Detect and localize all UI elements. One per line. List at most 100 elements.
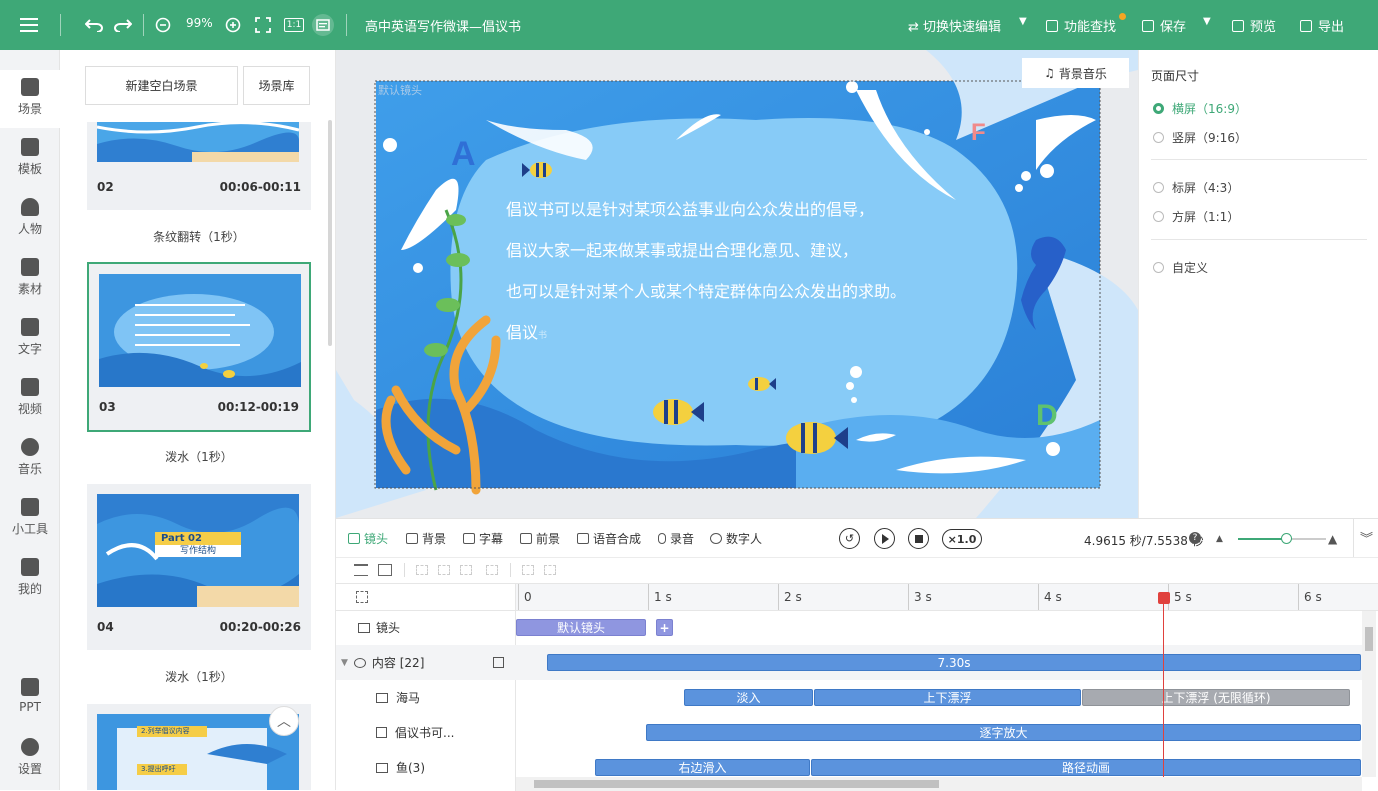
align-center-icon[interactable]: [438, 565, 450, 575]
horizontal-scrollbar-thumb[interactable]: [534, 780, 939, 788]
ratio-icon[interactable]: 1:1: [283, 14, 305, 36]
track-text[interactable]: 倡议书可...: [336, 715, 516, 750]
collapse-chevron-icon[interactable]: ︾: [1360, 528, 1373, 547]
menu-icon[interactable]: [18, 14, 40, 36]
nav-text[interactable]: 文字: [0, 310, 60, 368]
export-button[interactable]: 导出: [1300, 16, 1344, 35]
vertical-scrollbar-thumb[interactable]: [1365, 627, 1373, 651]
tab-record[interactable]: 录音: [658, 530, 694, 547]
scene-library-button[interactable]: 场景库: [243, 66, 310, 105]
tab-digital-human[interactable]: 数字人: [710, 530, 762, 547]
redo-icon[interactable]: [113, 14, 133, 36]
image-icon: [376, 762, 388, 773]
nav-music[interactable]: 音乐: [0, 430, 60, 488]
preview-button[interactable]: 预览: [1232, 16, 1276, 35]
switch-quick-edit[interactable]: ⇄ 切换快速编辑: [908, 16, 1001, 35]
track-content-group[interactable]: ▼ 内容 [22]: [336, 645, 516, 680]
radio-square[interactable]: 方屏（1:1）: [1153, 208, 1239, 225]
group-icon[interactable]: [378, 564, 392, 576]
clip-float[interactable]: 上下漂浮: [814, 689, 1081, 706]
nav-my[interactable]: 我的: [0, 550, 60, 608]
nav-template[interactable]: 模板: [0, 130, 60, 188]
clip-fade-in[interactable]: 淡入: [684, 689, 813, 706]
nav-person[interactable]: 人物: [0, 190, 60, 248]
scene-transition[interactable]: 条纹翻转（1秒）: [87, 228, 311, 245]
document-title[interactable]: 高中英语写作微课—倡议书: [365, 16, 521, 35]
ruler-tick: [778, 584, 779, 610]
nav-material[interactable]: 素材: [0, 250, 60, 308]
scene-card-02[interactable]: 02 00:06-00:11: [87, 122, 311, 210]
add-camera-button[interactable]: +: [656, 619, 673, 636]
radio-portrait[interactable]: 竖屏（9:16）: [1153, 129, 1247, 146]
background-music-button[interactable]: ♫ 背景音乐: [1022, 58, 1129, 88]
save-button[interactable]: 保存: [1142, 16, 1186, 35]
new-blank-scene-button[interactable]: 新建空白场景: [85, 66, 238, 105]
switch-dropdown-chevron-icon[interactable]: ▼: [1019, 16, 1027, 27]
scroll-top-chevron-up-icon[interactable]: ︿: [269, 706, 299, 736]
scene-scrollbar[interactable]: [328, 120, 332, 346]
time-ruler[interactable]: 0 1 s 2 s 3 s 4 s 5 s 6 s: [516, 584, 1378, 610]
zoom-small-mountain-icon[interactable]: ▲: [1216, 534, 1223, 544]
clip-default-camera[interactable]: 默认镜头: [516, 619, 646, 636]
scene-transition[interactable]: 泼水（1秒）: [87, 448, 311, 465]
scene-transition[interactable]: 泼水（1秒）: [87, 668, 311, 685]
clip-float-loop[interactable]: 上下漂浮 (无限循环): [1082, 689, 1350, 706]
radio-landscape[interactable]: 横屏（16:9）: [1153, 100, 1247, 117]
replay-icon[interactable]: ↺: [839, 528, 860, 549]
stop-icon[interactable]: [908, 528, 929, 549]
zoom-large-mountain-icon[interactable]: ▲: [1328, 532, 1337, 546]
switch-icon: ⇄: [908, 20, 924, 35]
subtitle-icon[interactable]: [312, 14, 334, 36]
tab-camera[interactable]: 镜头: [348, 530, 388, 547]
top-toolbar: 99% 1:1 高中英语写作微课—倡议书 ⇄ 切换快速编辑 ▼ 功能查找 保存 …: [0, 0, 1378, 50]
canvas-text-line-4[interactable]: 倡议书: [506, 319, 547, 343]
my-icon: [21, 558, 39, 576]
nav-scene[interactable]: 场景: [0, 70, 60, 128]
tab-subtitle[interactable]: 字幕: [463, 530, 503, 547]
canvas-text-line-2[interactable]: 倡议大家一起来做某事或提出合理化意见、建议，: [506, 237, 858, 261]
save-dropdown-chevron-icon[interactable]: ▼: [1203, 16, 1211, 27]
radio-custom[interactable]: 自定义: [1153, 259, 1208, 276]
align-right-icon[interactable]: [460, 565, 472, 575]
collapse-group-icon: [493, 657, 504, 668]
layout-grid-icon[interactable]: [356, 591, 368, 603]
undo-icon[interactable]: [84, 14, 104, 36]
tab-tts[interactable]: 语音合成: [577, 530, 641, 547]
fullscreen-icon[interactable]: [254, 14, 272, 36]
canvas-text-line-1[interactable]: 倡议书可以是针对某项公益事业向公众发出的倡导，: [506, 196, 874, 220]
ruler-tick-label: 0: [524, 590, 532, 604]
nav-toolbox[interactable]: 小工具: [0, 490, 60, 548]
playhead[interactable]: [1157, 592, 1170, 791]
play-icon[interactable]: [874, 528, 895, 549]
tab-foreground[interactable]: 前景: [520, 530, 560, 547]
nav-ppt[interactable]: PPT: [0, 670, 60, 728]
clip-path-animation[interactable]: 路径动画: [811, 759, 1361, 776]
clip-zoom-by-char[interactable]: 逐字放大: [646, 724, 1361, 741]
zoom-in-icon[interactable]: [224, 14, 242, 36]
zoom-out-icon[interactable]: [154, 14, 172, 36]
material-icon: [21, 258, 39, 276]
timeline-zoom-knob[interactable]: [1281, 533, 1293, 544]
track-camera[interactable]: 镜头: [336, 610, 516, 645]
tab-background[interactable]: 背景: [406, 530, 446, 547]
radio-standard[interactable]: 标屏（4:3）: [1153, 179, 1239, 196]
function-search-button[interactable]: 功能查找: [1046, 16, 1116, 35]
track-fish[interactable]: 鱼(3): [336, 750, 516, 785]
distribute-icon[interactable]: [486, 565, 498, 575]
filter-icon[interactable]: [354, 564, 368, 576]
nav-settings[interactable]: 设置: [0, 730, 60, 788]
content-group-icon: [353, 657, 366, 668]
unstack-icon[interactable]: [544, 565, 556, 575]
clip-slide-in-right[interactable]: 右边滑入: [595, 759, 810, 776]
ruler-tick-label: 3 s: [914, 590, 932, 604]
stack-icon[interactable]: [522, 565, 534, 575]
track-seahorse[interactable]: 海马: [336, 680, 516, 715]
scene-card-03[interactable]: 03 00:12-00:19: [87, 262, 311, 432]
align-left-icon[interactable]: [416, 565, 428, 575]
speed-button[interactable]: ×1.0: [942, 529, 982, 549]
canvas-text-line-3[interactable]: 也可以是针对某个人或某个特定群体向公众发出的求助。: [506, 278, 906, 302]
scene-card-04[interactable]: Part 02 写作结构 04 00:20-00:26: [87, 484, 311, 650]
clip-content-duration[interactable]: 7.30s: [547, 654, 1361, 671]
nav-video[interactable]: 视频: [0, 370, 60, 428]
help-icon[interactable]: ?: [1189, 532, 1201, 544]
